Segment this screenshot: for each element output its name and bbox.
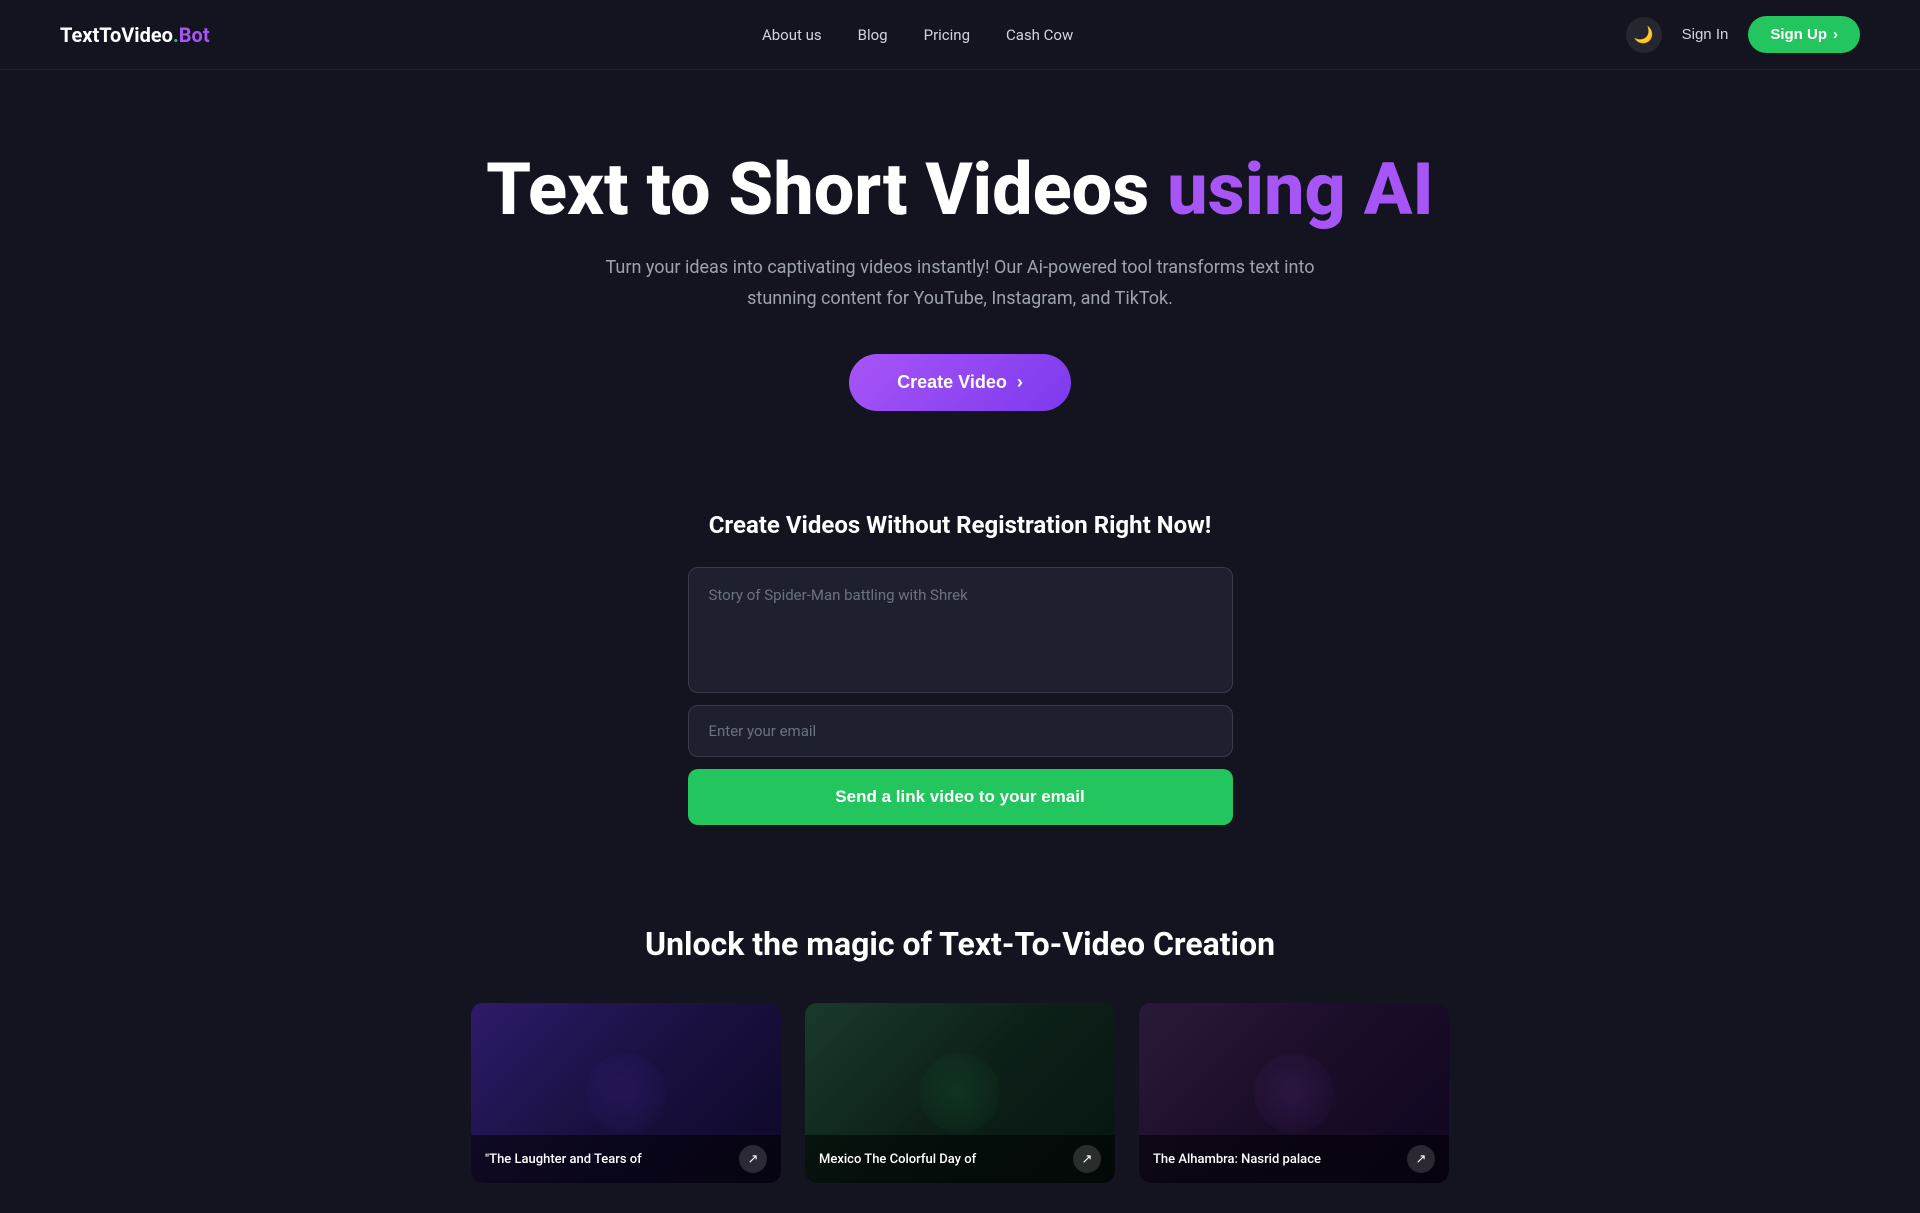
navbar: TextToVideo.Bot About us Blog Pricing Ca…	[0, 0, 1920, 70]
card-2-title-bar: Mexico The Colorful Day of ↗	[805, 1135, 1115, 1183]
card-1-share-button[interactable]: ↗	[739, 1145, 767, 1173]
nav-links: About us Blog Pricing Cash Cow	[762, 25, 1073, 44]
share-icon-2: ↗	[1082, 1151, 1093, 1167]
card-3-share-button[interactable]: ↗	[1407, 1145, 1435, 1173]
nav-about-us[interactable]: About us	[762, 26, 822, 44]
logo-bot: Bot	[179, 23, 210, 47]
nav-right: 🌙 Sign In Sign Up ›	[1626, 16, 1860, 53]
hero-title-part1: Text to Short Videos	[486, 147, 1167, 232]
sign-up-button[interactable]: Sign Up ›	[1748, 16, 1860, 53]
video-card-1: "The Laughter and Tears of ↗	[471, 1003, 781, 1183]
create-video-arrow-icon: ›	[1017, 372, 1023, 393]
create-video-button[interactable]: Create Video ›	[849, 354, 1071, 411]
video-cards: "The Laughter and Tears of ↗ Mexico The …	[20, 1003, 1900, 1183]
video-form: Send a link video to your email	[688, 567, 1233, 825]
hero-title-highlight: using AI	[1167, 147, 1434, 232]
card-2-title: Mexico The Colorful Day of	[819, 1152, 976, 1167]
nav-blog[interactable]: Blog	[858, 26, 888, 44]
sign-in-button[interactable]: Sign In	[1682, 26, 1729, 43]
share-icon-3: ↗	[1416, 1151, 1427, 1167]
create-video-label: Create Video	[897, 372, 1007, 393]
send-link-button[interactable]: Send a link video to your email	[688, 769, 1233, 825]
card-1-title: "The Laughter and Tears of	[485, 1152, 642, 1167]
hero-section: Text to Short Videos using AI Turn your …	[0, 70, 1920, 471]
unlock-section: Unlock the magic of Text-To-Video Creati…	[0, 865, 1920, 1213]
email-input-wrapper	[688, 705, 1233, 757]
hero-subtitle: Turn your ideas into captivating videos …	[570, 253, 1350, 314]
nav-pricing[interactable]: Pricing	[924, 26, 970, 44]
video-card-2: Mexico The Colorful Day of ↗	[805, 1003, 1115, 1183]
textarea-wrapper	[688, 567, 1233, 693]
nav-cash-cow[interactable]: Cash Cow	[1006, 26, 1073, 44]
arrow-right-icon: ›	[1833, 26, 1838, 43]
sign-up-label: Sign Up	[1770, 26, 1827, 43]
form-section-heading: Create Videos Without Registration Right…	[20, 511, 1900, 539]
hero-title: Text to Short Videos using AI	[20, 150, 1900, 229]
card-1-title-bar: "The Laughter and Tears of ↗	[471, 1135, 781, 1183]
logo-text: TextToVideo	[60, 23, 173, 47]
form-section: Create Videos Without Registration Right…	[0, 471, 1920, 865]
theme-toggle-button[interactable]: 🌙	[1626, 17, 1662, 53]
moon-icon: 🌙	[1634, 25, 1654, 45]
share-icon-1: ↗	[748, 1151, 759, 1167]
card-2-share-button[interactable]: ↗	[1073, 1145, 1101, 1173]
card-3-title-bar: The Alhambra: Nasrid palace ↗	[1139, 1135, 1449, 1183]
video-card-3: The Alhambra: Nasrid palace ↗	[1139, 1003, 1449, 1183]
card-3-title: The Alhambra: Nasrid palace	[1153, 1152, 1321, 1167]
email-field[interactable]	[689, 706, 1232, 756]
logo: TextToVideo.Bot	[60, 23, 210, 47]
unlock-heading: Unlock the magic of Text-To-Video Creati…	[20, 925, 1900, 963]
video-story-textarea[interactable]	[689, 568, 1232, 688]
